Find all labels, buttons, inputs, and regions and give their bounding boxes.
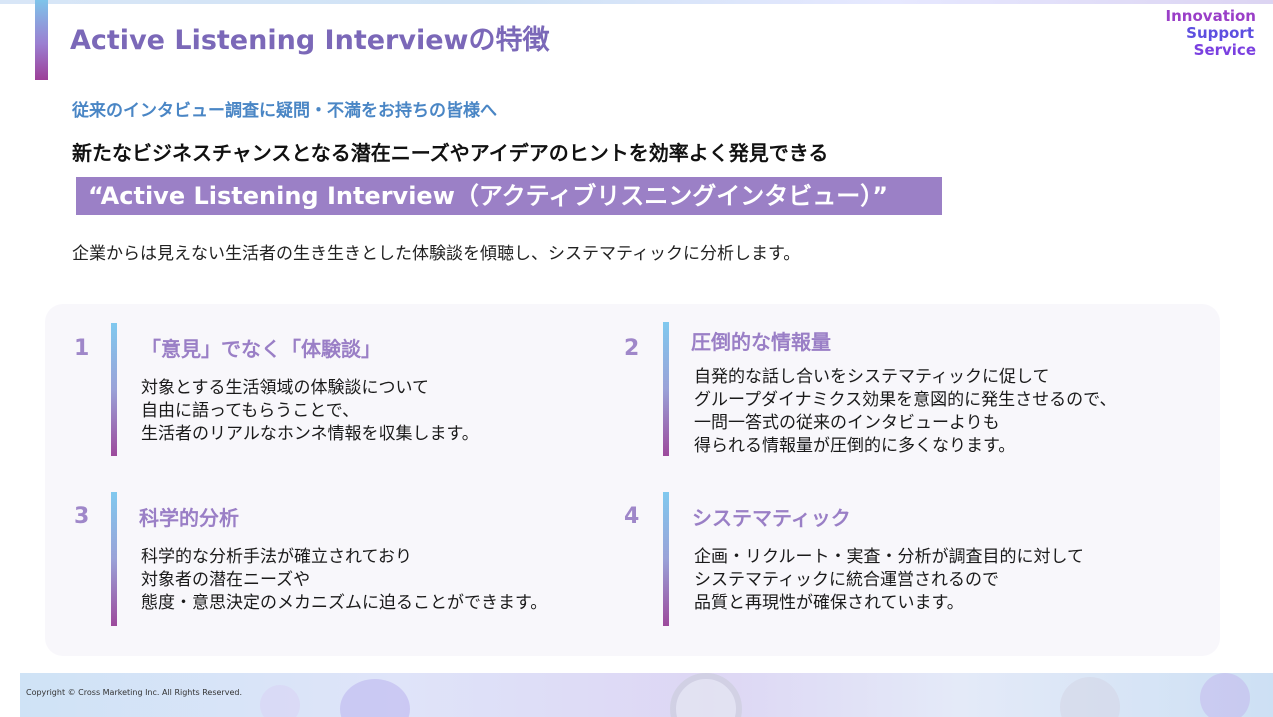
feature-body-line: 品質と再現性が確保されています。 <box>694 593 964 613</box>
copyright-text: Copyright © Cross Marketing Inc. All Rig… <box>26 688 242 697</box>
feature-accent-bar <box>663 322 669 456</box>
feature-body-line: 一問一答式の従来のインタビューよりも <box>694 413 1000 433</box>
feature-title: 科学的分析 <box>139 506 239 530</box>
feature-number: 4 <box>624 504 640 529</box>
feature-accent-bar <box>663 492 669 626</box>
feature-body-line: 生活者のリアルなホンネ情報を収集します。 <box>141 424 479 444</box>
feature-body-line: 対象とする生活領域の体験談について <box>141 378 429 398</box>
feature-body-line: グループダイナミクス効果を意図的に発生させるので、 <box>694 390 1117 410</box>
tagline-banner: “Active Listening Interview（アクティブリスニングイン… <box>76 177 942 215</box>
feature-body-line: 自発的な話し合いをシステマティックに促して <box>694 367 1050 387</box>
feature-accent-bar <box>111 492 117 626</box>
footer-decor-shape <box>1200 673 1250 717</box>
feature-body-line: 態度・意思決定のメカニズムに迫ることができます。 <box>141 593 548 613</box>
footer-decor-shape <box>340 679 410 717</box>
feature-number: 3 <box>74 504 90 529</box>
feature-body: 対象とする生活領域の体験談について 自由に語ってもらうことで、 生活者のリアルな… <box>141 377 479 446</box>
feature-number: 1 <box>74 336 90 361</box>
brand-logo-line3: Service <box>1193 41 1256 59</box>
feature-body-line: 得られる情報量が圧倒的に多くなります。 <box>694 436 1016 456</box>
brand-logo-line2: Support <box>1186 24 1254 42</box>
footer-decor-shape <box>1060 677 1120 717</box>
brand-logo: Innovation Support Service <box>1166 8 1256 59</box>
feature-body: 科学的な分析手法が確立されており 対象者の潜在ニーズや 態度・意思決定のメカニズ… <box>141 546 547 615</box>
intro-question: 従来のインタビュー調査に疑問・不満をお持ちの皆様へ <box>72 101 497 121</box>
feature-body-line: システマティックに統合運営されるので <box>694 570 999 590</box>
footer-decor-shape <box>670 673 742 717</box>
feature-body-line: 科学的な分析手法が確立されており <box>141 547 412 567</box>
brand-logo-line1: Innovation <box>1165 7 1256 25</box>
footer-decor-shape <box>260 685 300 717</box>
feature-body-line: 対象者の潜在ニーズや <box>141 570 311 590</box>
intro-description: 企業からは見えない生活者の生き生きとした体験談を傾聴し、システマティックに分析し… <box>72 244 801 264</box>
feature-body: 企画・リクルート・実査・分析が調査目的に対して システマティックに統合運営される… <box>694 546 1084 615</box>
title-accent-bar <box>35 0 48 80</box>
feature-title: 「意見」でなく「体験談」 <box>141 337 381 361</box>
feature-body-line: 自由に語ってもらうことで、 <box>141 401 360 421</box>
feature-body-line: 企画・リクルート・実査・分析が調査目的に対して <box>694 547 1084 567</box>
intro-lead: 新たなビジネスチャンスとなる潜在ニーズやアイデアのヒントを効率よく発見できる <box>72 141 829 165</box>
feature-accent-bar <box>111 323 117 456</box>
top-decor-strip <box>0 0 1273 4</box>
page-title: Active Listening Interviewの特徴 <box>70 25 550 56</box>
feature-body: 自発的な話し合いをシステマティックに促して グループダイナミクス効果を意図的に発… <box>694 366 1116 458</box>
feature-title: システマティック <box>692 506 851 530</box>
feature-title: 圧倒的な情報量 <box>691 330 831 354</box>
feature-number: 2 <box>624 336 640 361</box>
